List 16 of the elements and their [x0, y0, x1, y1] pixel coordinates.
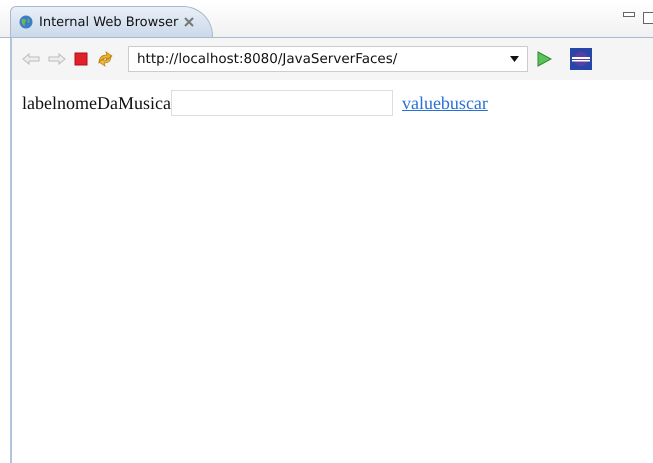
- maximize-icon[interactable]: [643, 12, 653, 24]
- planet-icon[interactable]: [570, 48, 592, 70]
- url-text: http://localhost:8080/JavaServerFaces/: [137, 51, 398, 67]
- globe-icon: [19, 15, 33, 29]
- music-name-label: labelnomeDaMusica: [22, 92, 171, 114]
- close-icon[interactable]: [184, 17, 194, 27]
- dropdown-icon[interactable]: [510, 56, 519, 62]
- browser-tab[interactable]: Internal Web Browser: [10, 6, 214, 37]
- url-field[interactable]: http://localhost:8080/JavaServerFaces/: [128, 46, 528, 72]
- search-link[interactable]: valuebuscar: [402, 92, 488, 114]
- music-name-field[interactable]: [170, 90, 393, 116]
- stop-icon[interactable]: [74, 52, 88, 66]
- go-icon[interactable]: [536, 51, 552, 67]
- tab-title: Internal Web Browser: [39, 14, 178, 30]
- minimize-icon[interactable]: [623, 12, 635, 18]
- refresh-icon[interactable]: [96, 51, 114, 67]
